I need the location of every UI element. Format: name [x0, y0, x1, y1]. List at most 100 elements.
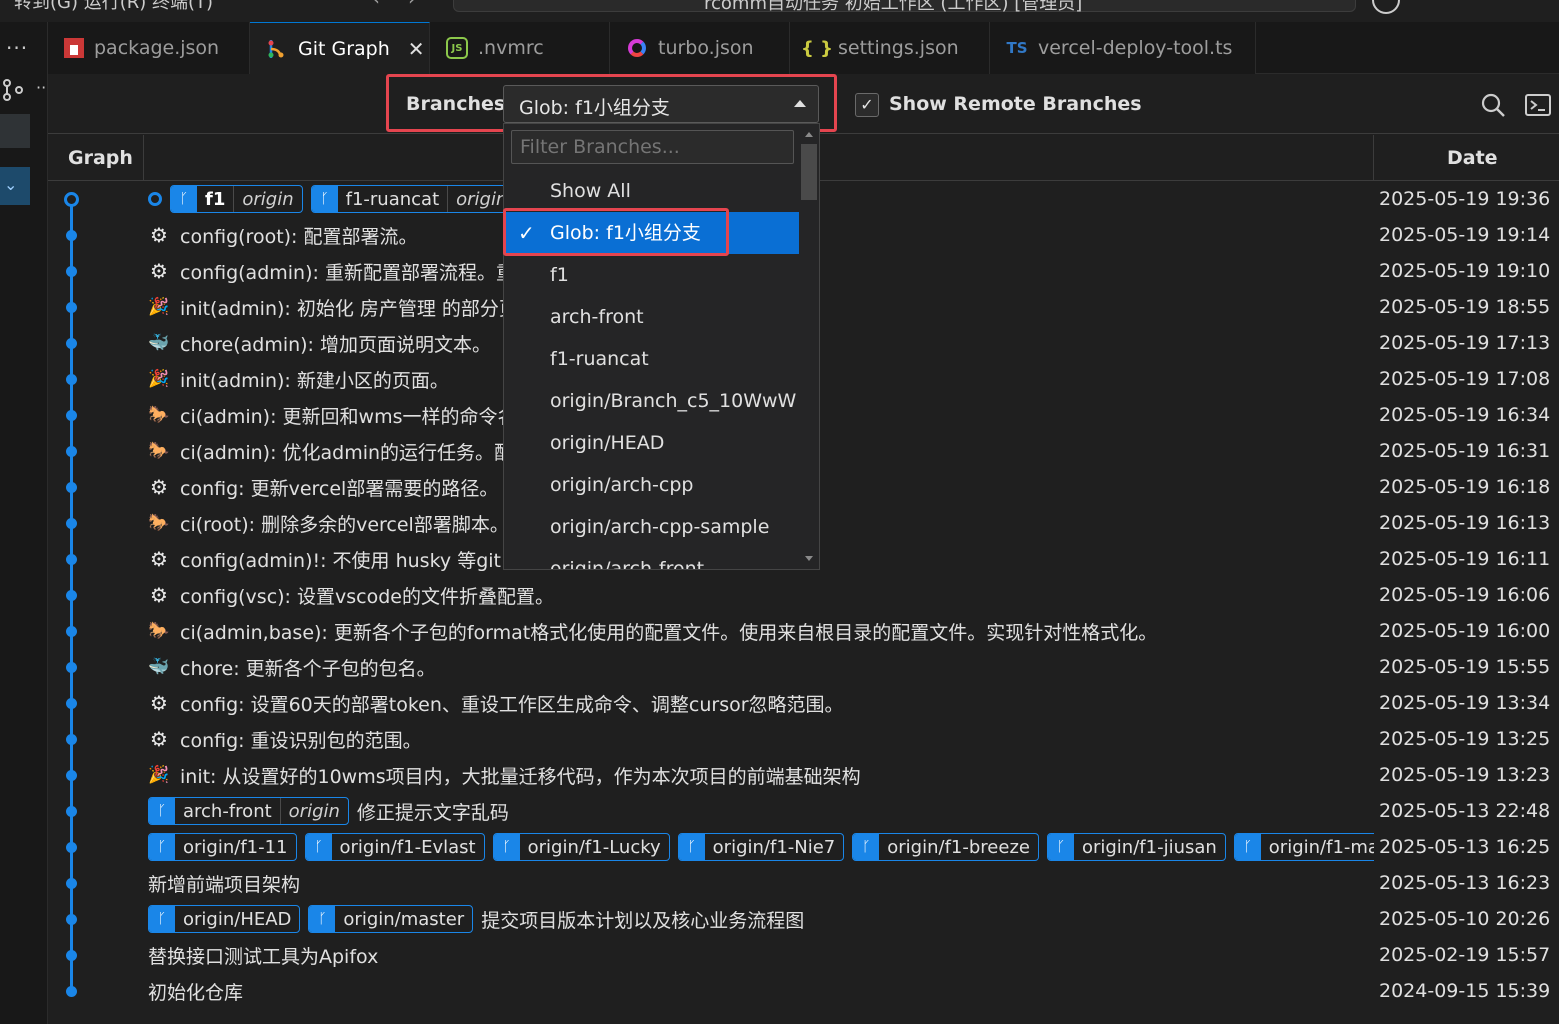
branch-label[interactable]: ᚴ origin/f1-jiusan — [1046, 833, 1226, 861]
nodejs-icon: JS — [446, 37, 468, 59]
branch-label[interactable]: ᚴ origin/f1-11 — [148, 833, 297, 861]
branch-label[interactable]: ᚴ arch-front origin — [148, 797, 349, 825]
commit-message: init(admin): 初始化 房产管理 的部分页 — [180, 297, 518, 320]
branch-option[interactable]: f1 — [504, 254, 799, 296]
git-branch-icon: ᚴ — [149, 798, 175, 824]
account-icon[interactable] — [1372, 0, 1400, 14]
commit-row[interactable]: ⚙ config(vsc): 设置vscode的文件折叠配置。 2025-05-19… — [48, 577, 1559, 613]
gear-icon: ⚙ — [150, 259, 168, 283]
commit-message-cell: ⚙ config: 设置60天的部署token、重设工作区生成命令、调整curso… — [148, 685, 1374, 721]
overflow-icon[interactable]: ·· — [36, 78, 46, 97]
commit-date: 2025-05-19 15:55 — [1379, 656, 1551, 678]
branch-label[interactable]: ᚴ origin/f1-Lucky — [492, 833, 670, 861]
annotation-highlight-selected-option — [503, 208, 729, 256]
branch-option[interactable]: arch-front — [504, 296, 799, 338]
party-popper-icon: 🎉 — [148, 369, 170, 389]
head-marker-icon — [148, 192, 162, 206]
command-center[interactable]: rcomm自动任务 初始工作区 (工作区) [管理员] — [453, 0, 1356, 14]
branch-option-label: Show All — [550, 180, 631, 202]
nav-arrows[interactable]: ‹› — [372, 0, 444, 10]
commit-date: 2025-05-19 16:13 — [1379, 512, 1551, 534]
scroll-down-icon[interactable] — [805, 556, 813, 561]
tab-label: Git Graph — [298, 37, 390, 60]
commit-date: 2025-05-19 13:34 — [1379, 692, 1551, 714]
horse-icon: 🐎 — [148, 405, 170, 425]
commit-date: 2025-05-19 16:06 — [1379, 584, 1551, 606]
branch-option-label: arch-front — [550, 306, 644, 328]
branch-option[interactable]: origin/HEAD — [504, 422, 799, 464]
gear-icon: ⚙ — [150, 727, 168, 751]
tab-nvmrc[interactable]: JS .nvmrc — [430, 22, 610, 74]
branch-label[interactable]: ᚴ origin/master — [308, 905, 474, 933]
commit-date: 2025-05-19 18:55 — [1379, 296, 1551, 318]
commit-message-cell: ⚙ config(vsc): 设置vscode的文件折叠配置。 — [148, 577, 1374, 613]
column-resize-handle[interactable] — [1373, 135, 1374, 181]
commit-message: init(admin): 新建小区的页面。 — [180, 369, 449, 392]
commit-message: config: 设置60天的部署token、重设工作区生成命令、调整cursor… — [180, 693, 844, 716]
branch-label[interactable]: ᚴ origin/f1-makar — [1233, 833, 1374, 861]
collapse-chevron-icon[interactable]: ⌄ — [0, 167, 30, 205]
branch-option[interactable]: origin/arch-front — [504, 548, 799, 569]
extension-icon[interactable] — [0, 114, 30, 148]
branch-option-label: origin/Branch_c5_10WwW — [550, 390, 797, 412]
search-icon[interactable] — [1480, 92, 1506, 118]
commit-row[interactable]: ⚙ config: 设置60天的部署token、重设工作区生成命令、调整curso… — [48, 685, 1559, 721]
branch-label[interactable]: ᚴ origin/f1-Evlast — [304, 833, 485, 861]
commit-node — [66, 482, 77, 493]
gear-icon: ⚙ — [150, 223, 168, 247]
more-icon[interactable]: ··· — [6, 36, 28, 60]
commit-row[interactable]: ⚙ config: 重设识别包的范围。 2025-05-19 13:25 — [48, 721, 1559, 757]
branch-option[interactable]: origin/arch-cpp — [504, 464, 799, 506]
branch-name: origin/f1-jiusan — [1081, 836, 1217, 858]
branch-option[interactable]: origin/arch-cpp-sample — [504, 506, 799, 548]
commit-row[interactable]: 替换接口测试工具为Apifox 2025-02-19 15:57 — [48, 937, 1559, 973]
tab-label: settings.json — [838, 37, 959, 59]
tab-package-json[interactable]: package.json — [48, 22, 250, 74]
npm-icon — [64, 38, 84, 58]
branch-label[interactable]: ᚴ origin/f1-breeze — [852, 833, 1039, 861]
commit-row[interactable]: ᚴ origin/HEAD ᚴ origin/master 提交项目版本计划以及核心业务… — [48, 901, 1559, 937]
dropdown-scrollbar[interactable] — [801, 144, 817, 564]
menu-bar[interactable]: 转到(G) 运行(R) 终端(T) — [14, 0, 213, 14]
source-control-icon[interactable] — [2, 78, 24, 102]
branch-label[interactable]: ᚴ f1 origin — [170, 185, 303, 213]
commit-row[interactable]: 初始化仓库 2024-09-15 15:39 — [48, 973, 1559, 1009]
commit-date: 2025-05-19 17:08 — [1379, 368, 1551, 390]
git-graph-icon — [268, 39, 284, 58]
show-remote-branches-checkbox[interactable]: ✓ — [855, 93, 879, 117]
commit-message-cell: 🐎 ci(admin,base): 更新各个子包的format格式化使用的配置文件… — [148, 613, 1374, 649]
tab-turbo-json[interactable]: turbo.json — [610, 22, 790, 74]
tab-settings-json[interactable]: { } settings.json — [790, 22, 990, 74]
commit-row[interactable]: 🎉 init: 从设置好的10wms项目内，大批量迁移代码，作为本次项目的前端基础… — [48, 757, 1559, 793]
branch-label[interactable]: ᚴ origin/f1-Nie7 — [677, 833, 845, 861]
commit-date: 2025-05-10 20:26 — [1379, 908, 1551, 930]
commit-row[interactable]: 🐳 chore: 更新各个子包的包名。 2025-05-19 15:55 — [48, 649, 1559, 685]
tab-git-graph[interactable]: Git Graph ✕ — [250, 22, 430, 74]
tab-label: package.json — [94, 37, 220, 59]
branch-option[interactable]: f1-ruancat — [504, 338, 799, 380]
scroll-up-icon[interactable] — [805, 132, 813, 137]
dropdown-scrollbar-thumb[interactable] — [801, 144, 817, 200]
commit-message: 提交项目版本计划以及核心业务流程图 — [481, 909, 805, 932]
tab-vercel-deploy-tool[interactable]: TS vercel-deploy-tool.ts — [990, 22, 1256, 74]
branch-option[interactable]: origin/Branch_c5_10WwW — [504, 380, 799, 422]
terminal-icon[interactable] — [1524, 92, 1552, 118]
close-icon[interactable]: ✕ — [408, 37, 425, 61]
branch-option[interactable]: Show All — [504, 170, 799, 212]
branch-label[interactable]: ᚴ origin/HEAD — [148, 905, 301, 933]
column-resize-handle[interactable] — [143, 135, 144, 181]
commit-row[interactable]: ᚴ arch-front origin 修正提示文字乱码 2025-05-13 22:4… — [48, 793, 1559, 829]
branch-label[interactable]: ᚴ f1-ruancat origin — [310, 185, 517, 213]
commit-message: config(vsc): 设置vscode的文件折叠配置。 — [180, 585, 554, 608]
commit-node — [66, 374, 77, 385]
commit-node — [66, 410, 77, 421]
git-branch-icon: ᚴ — [309, 906, 336, 932]
editor-tab-bar: package.json Git Graph ✕ JS .nvmrc turbo… — [48, 22, 1559, 74]
commit-row[interactable]: 🐎 ci(admin,base): 更新各个子包的format格式化使用的配置文件… — [48, 613, 1559, 649]
branch-name: arch-front — [183, 800, 272, 822]
commit-row[interactable]: 新增前端项目架构 2025-05-13 16:23 — [48, 865, 1559, 901]
filter-branches-input[interactable] — [511, 130, 794, 164]
commit-row[interactable]: ᚴ origin/f1-11 ᚴ origin/f1-Evlast ᚴ origin/f1… — [48, 829, 1559, 865]
git-branch-icon: ᚴ — [305, 834, 332, 860]
command-center-label: rcomm自动任务 初始工作区 (工作区) [管理员] — [704, 0, 1083, 14]
